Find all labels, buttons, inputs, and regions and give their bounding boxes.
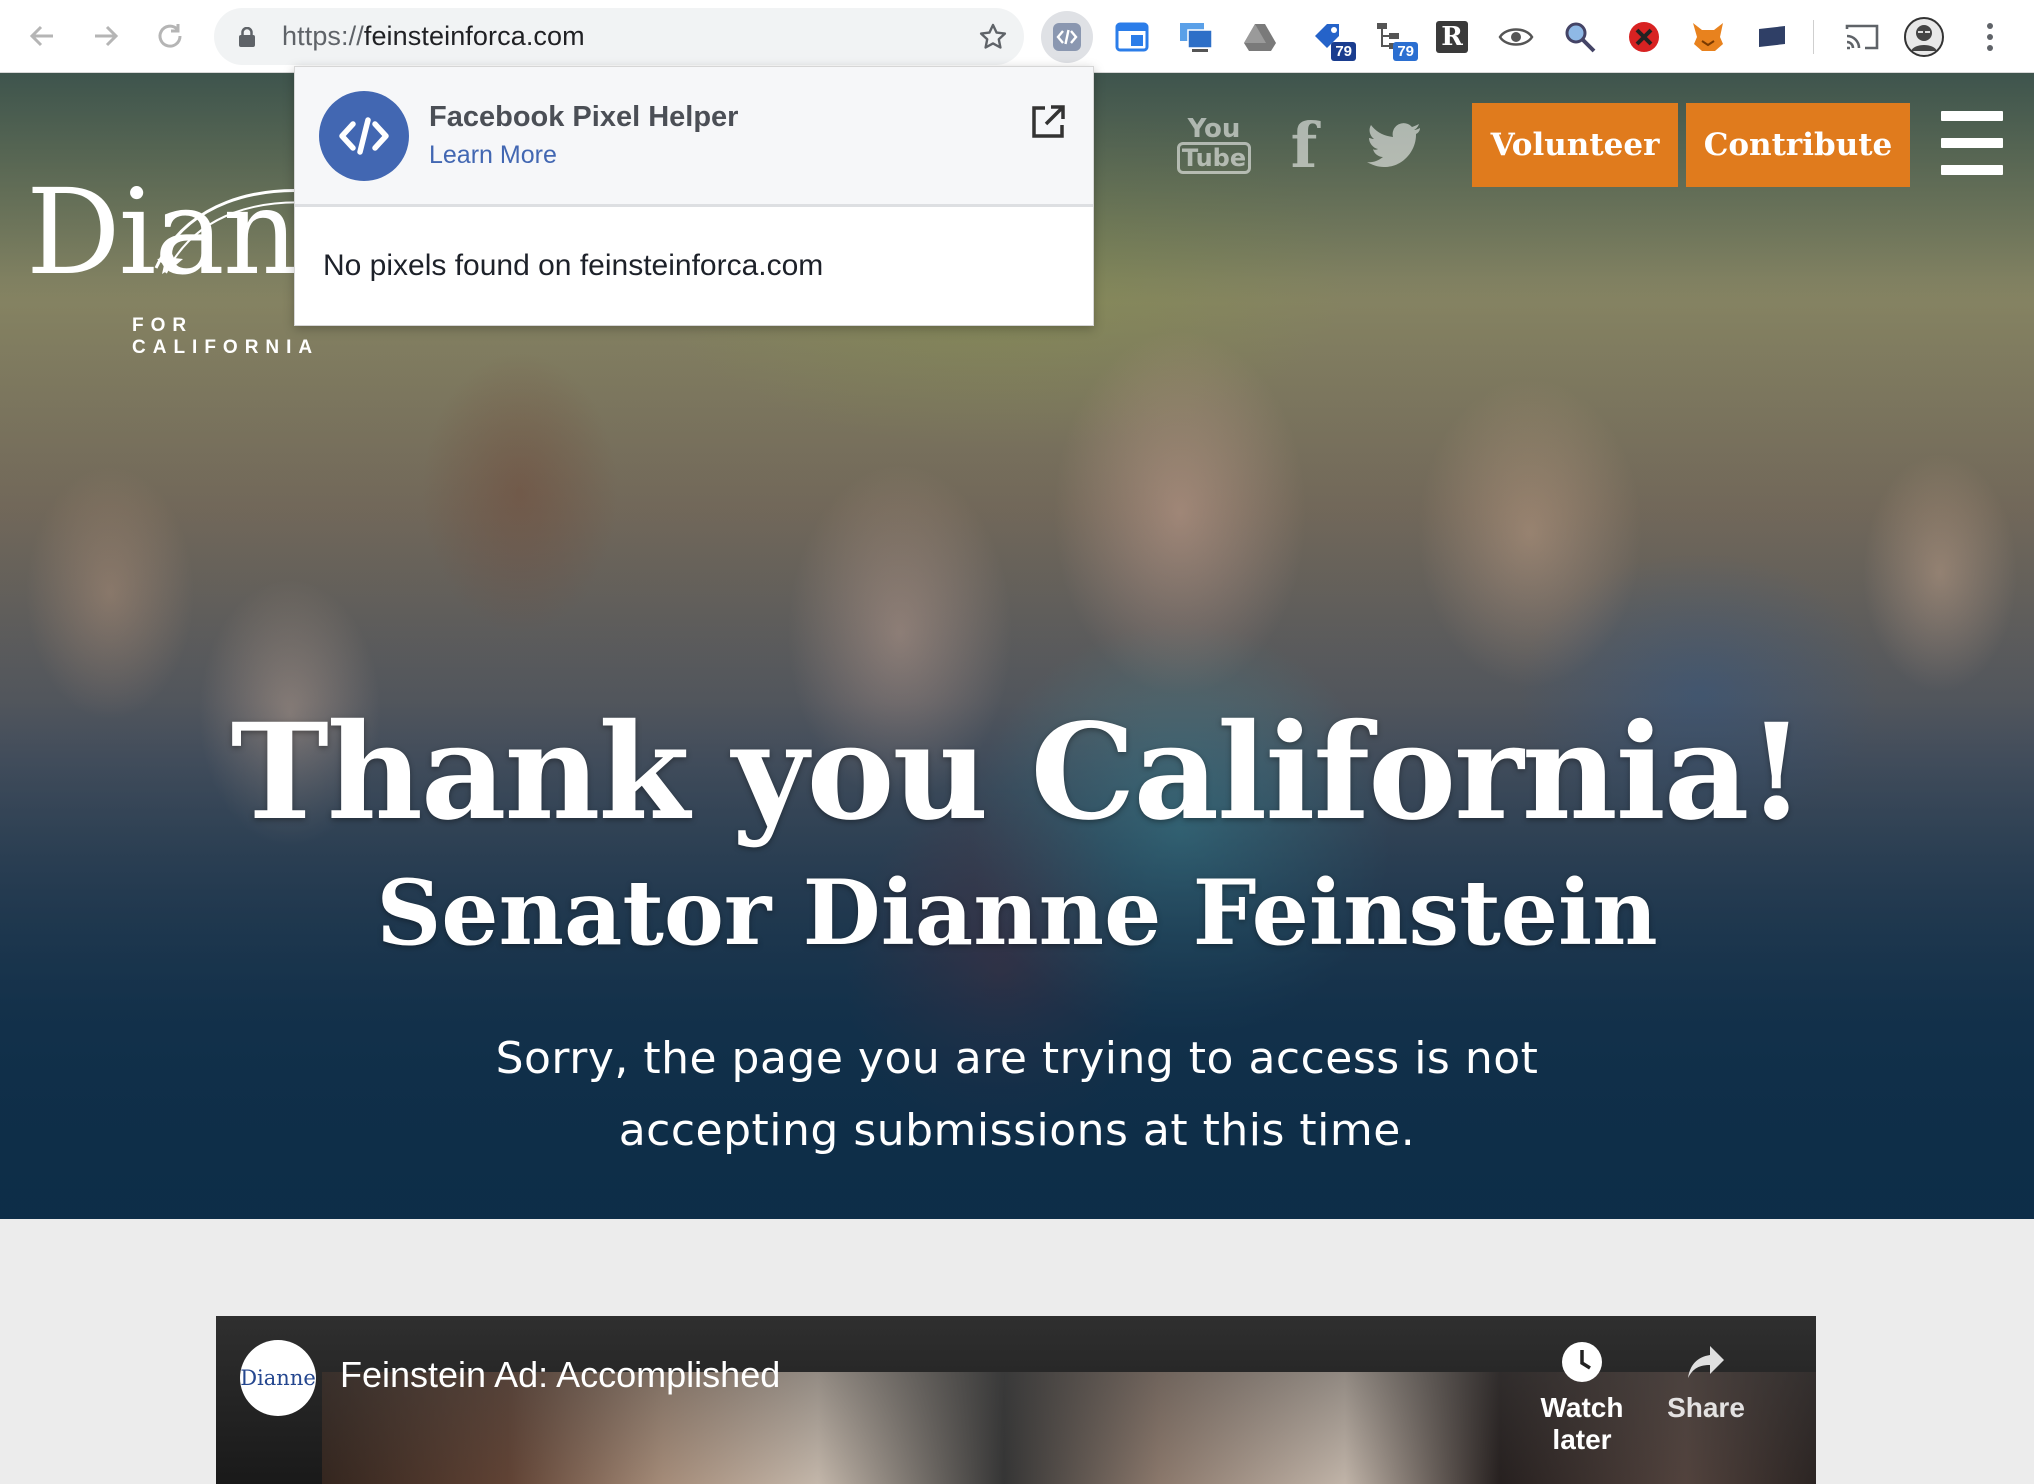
contribute-button[interactable]: Contribute (1686, 103, 1910, 187)
screens-icon (1180, 23, 1213, 52)
block-icon (1629, 22, 1659, 52)
hero-subheadline: Senator Dianne Feinstein (376, 860, 1658, 966)
youtube-icon-bottom: Tube (1176, 142, 1252, 174)
cast-button[interactable] (1842, 17, 1882, 57)
popup-status-message: No pixels found on feinsteinforca.com (323, 249, 824, 282)
logo-subtitle: FOR CALIFORNIA (132, 315, 320, 358)
video-title[interactable]: Feinstein Ad: Accomplished (340, 1354, 780, 1396)
drive-icon (1244, 24, 1276, 51)
r-icon: R (1436, 21, 1468, 53)
share-button[interactable]: Share (1636, 1340, 1776, 1424)
avatar-icon (1904, 17, 1944, 57)
open-external-icon[interactable] (1029, 103, 1067, 141)
ext-fox-button[interactable] (1688, 17, 1728, 57)
ext-block-button[interactable] (1624, 17, 1664, 57)
channel-avatar[interactable]: Dianne (240, 1340, 316, 1416)
watch-later-button[interactable]: Watch later (1512, 1340, 1652, 1456)
hamburger-bar (1941, 138, 2003, 148)
url-scheme: https:// (282, 21, 364, 51)
popup-header: Facebook Pixel Helper Learn More (295, 67, 1093, 207)
hamburger-menu-button[interactable] (1941, 111, 2003, 175)
lock-icon[interactable] (238, 27, 256, 47)
share-label: Share (1667, 1392, 1745, 1423)
volunteer-button[interactable]: Volunteer (1472, 103, 1678, 187)
fox-icon (1693, 23, 1723, 51)
eye-icon (1498, 28, 1534, 46)
ext-tag-button[interactable]: 79 (1310, 17, 1356, 61)
hamburger-bar (1941, 165, 2003, 175)
browser-menu-button[interactable] (1970, 17, 2010, 57)
twitter-link[interactable] (1366, 113, 1422, 177)
cast-icon (1845, 24, 1879, 50)
back-arrow-icon (29, 25, 53, 47)
back-button[interactable] (22, 16, 62, 56)
tag-badge: 79 (1331, 42, 1356, 61)
profile-avatar-button[interactable] (1904, 17, 1944, 57)
youtube-link[interactable]: You Tube (1176, 113, 1252, 177)
code-icon (339, 117, 389, 155)
site-logo[interactable]: Dianne FOR CALIFORNIA (26, 143, 441, 358)
facebook-icon: f (1290, 108, 1318, 182)
url-host: feinsteinforca.com (363, 21, 585, 51)
clock-icon (1562, 1342, 1602, 1382)
share-arrow-icon (1688, 1346, 1724, 1378)
browser-window-icon (1115, 22, 1149, 52)
url-text[interactable]: https://feinsteinforca.com (282, 21, 585, 52)
magnifier-icon (1565, 22, 1596, 53)
ext-r-button[interactable]: R (1432, 17, 1472, 57)
facebook-link[interactable]: f (1282, 109, 1326, 182)
kebab-menu-icon (1987, 23, 1993, 51)
browser-toolbar: https://feinsteinforca.com 79 79 R (0, 0, 2034, 73)
youtube-icon-top: You (1187, 114, 1241, 144)
forward-arrow-icon (95, 25, 119, 47)
twitter-icon (1367, 123, 1420, 167)
hamburger-bar (1941, 111, 2003, 121)
ext-search-button[interactable] (1560, 17, 1600, 57)
toolbar-separator (1813, 20, 1814, 54)
reload-button[interactable] (150, 16, 190, 56)
popup-title: Facebook Pixel Helper (429, 101, 739, 133)
hero-headline: Thank you California! (230, 695, 1806, 850)
tree-badge: 79 (1393, 42, 1418, 61)
address-bar[interactable]: https://feinsteinforca.com (214, 8, 1024, 65)
forward-button[interactable] (86, 16, 126, 56)
ext-screen-button[interactable] (1752, 17, 1792, 57)
pixel-helper-extension-button[interactable] (1041, 11, 1093, 63)
closed-form-message: Sorry, the page you are trying to access… (495, 1033, 1539, 1156)
ext-eye-button[interactable] (1496, 17, 1536, 57)
pixel-helper-logo (319, 91, 409, 181)
bookmark-star-icon[interactable] (978, 22, 1008, 52)
watch-later-label: Watch later (1540, 1392, 1624, 1455)
code-brackets-icon (1053, 23, 1081, 51)
reload-icon (158, 24, 182, 48)
learn-more-link[interactable]: Learn More (429, 141, 557, 170)
ext-drive-button[interactable] (1240, 17, 1280, 57)
monitor-icon (1759, 26, 1785, 47)
ext-tree-button[interactable]: 79 (1372, 17, 1418, 61)
ext-screens-button[interactable] (1176, 17, 1216, 57)
youtube-embed[interactable]: Dianne Feinstein Ad: Accomplished Watch … (216, 1316, 1816, 1484)
pixel-helper-popup: Facebook Pixel Helper Learn More No pixe… (294, 66, 1094, 326)
ext-window-button[interactable] (1112, 17, 1152, 57)
